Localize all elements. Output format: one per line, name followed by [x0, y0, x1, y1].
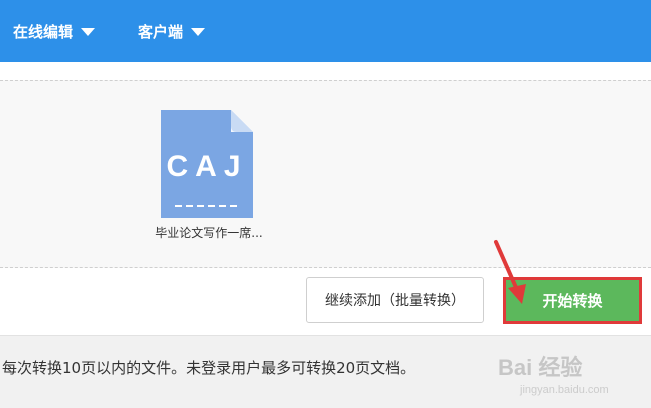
conversion-tip: 每次转换10页以内的文件。未登录用户最多可转换20页文档。: [2, 359, 416, 377]
caret-down-icon: [81, 28, 96, 36]
continue-add-button[interactable]: 继续添加（批量转换）: [306, 277, 484, 323]
watermark-url: jingyan.baidu.com: [520, 384, 609, 396]
nav-online-edit-label: 在线编辑: [13, 22, 74, 41]
file-name: 毕业论文写作一席...: [155, 226, 263, 240]
watermark-logo: Bai 经验: [498, 355, 583, 380]
red-arrow-icon: [494, 240, 526, 304]
nav-client[interactable]: 客户端: [138, 20, 206, 42]
top-nav-bar: 在线编辑 客户端: [0, 0, 651, 62]
nav-online-edit[interactable]: 在线编辑: [13, 20, 96, 42]
file-type-label: CAJ: [166, 150, 247, 183]
caret-down-icon: [191, 28, 206, 36]
nav-client-label: 客户端: [138, 22, 184, 41]
file-drop-zone[interactable]: [0, 80, 651, 268]
caj-file-icon[interactable]: CAJ: [161, 110, 253, 218]
baidu-jingyan-watermark: Bai 经验 jingyan.baidu.com: [498, 350, 648, 406]
